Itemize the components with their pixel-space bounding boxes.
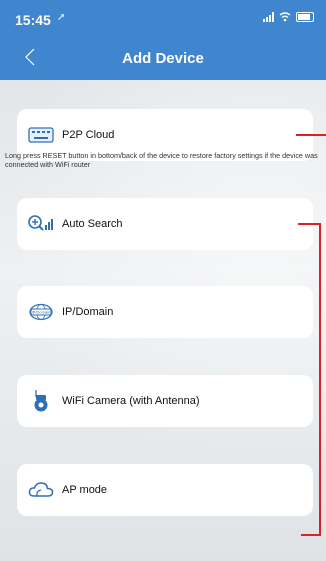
auto-search-label: Auto Search	[62, 218, 123, 230]
auto-search-button[interactable]: Auto Search	[17, 198, 313, 250]
wifi-camera-label: WiFi Camera (with Antenna)	[62, 395, 200, 407]
reset-instructions: Long press RESET button in bottom/back o…	[5, 151, 318, 169]
search-signal-icon	[26, 213, 56, 235]
cloud-icon	[26, 479, 56, 501]
signal-icon	[263, 12, 274, 22]
keyboard-icon	[26, 124, 56, 146]
annotation-line-p2p	[296, 134, 326, 136]
annotation-bracket-vertical	[319, 223, 321, 535]
camera-icon	[26, 390, 56, 412]
ip-domain-icon: IP/Domain	[26, 301, 56, 323]
top-header: 15:45 ➚ Add Device	[0, 0, 326, 80]
wifi-camera-button[interactable]: WiFi Camera (with Antenna)	[17, 375, 313, 427]
p2p-cloud-label: P2P Cloud	[62, 129, 115, 141]
status-indicators	[263, 12, 314, 22]
content-area: P2P Cloud Long press RESET button in bot…	[0, 80, 326, 561]
svg-text:IP/Domain: IP/Domain	[32, 310, 51, 315]
annotation-line-bottom	[301, 534, 321, 536]
wifi-icon	[279, 12, 291, 22]
ip-domain-label: IP/Domain	[62, 306, 114, 318]
ip-domain-button[interactable]: IP/Domain IP/Domain	[17, 286, 313, 338]
location-arrow-icon: ➚	[57, 12, 66, 23]
page-title: Add Device	[122, 50, 204, 67]
ap-mode-label: AP mode	[62, 484, 108, 496]
annotation-line-top	[298, 223, 320, 225]
battery-icon	[296, 12, 314, 22]
ap-mode-button[interactable]: AP mode	[17, 464, 313, 516]
status-time: 15:45	[15, 12, 51, 28]
